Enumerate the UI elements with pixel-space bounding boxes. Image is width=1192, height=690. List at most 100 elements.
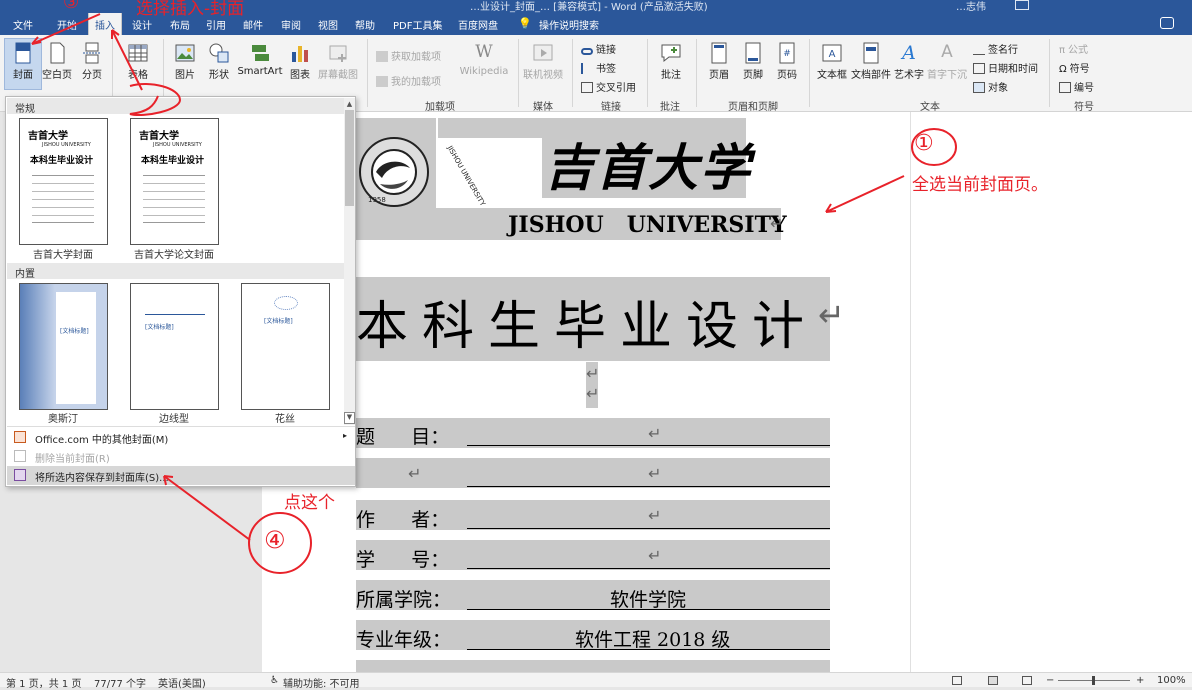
tab-insert[interactable]: 插入 (88, 13, 122, 35)
cover-page-label: 封面 (13, 70, 33, 81)
read-mode-icon[interactable] (952, 676, 962, 685)
wordart-label: 艺术字 (894, 70, 924, 81)
comments-icon[interactable] (1160, 17, 1174, 29)
svg-text:#: # (783, 49, 791, 59)
divider (7, 426, 355, 427)
cross-reference-icon (581, 82, 593, 93)
document-page[interactable]: 1958 JISHOU UNIVERSITY 吉首大学 JISHOU UNIVE… (262, 112, 910, 672)
user-name[interactable]: …志伟 (956, 0, 986, 13)
tab-view[interactable]: 视图 (318, 17, 338, 32)
scroll-thumb[interactable] (345, 110, 354, 206)
cover-page-gallery[interactable]: 常规 吉首大学 JISHOU UNIVERSITY 本科生毕业设计 吉首大学封面… (5, 96, 356, 487)
cross-reference-button[interactable]: 交叉引用 (581, 79, 636, 94)
divider (367, 39, 368, 107)
ribbon-display-icon[interactable] (1015, 0, 1029, 10)
page-number-icon: # (779, 42, 795, 64)
screenshot-button[interactable]: 屏幕截图 (316, 42, 360, 81)
symbol-button[interactable]: Ω 符号 (1059, 60, 1090, 75)
zoom-in-icon[interactable]: + (1136, 675, 1144, 686)
page-number-button[interactable]: # 页码 (773, 42, 801, 81)
wordart-button[interactable]: A 艺术字 (893, 42, 925, 81)
comment-button[interactable]: 批注 (656, 42, 686, 81)
print-layout-icon[interactable] (988, 676, 998, 685)
text-box-icon: A (822, 44, 842, 62)
tab-layout[interactable]: 布局 (170, 17, 190, 32)
form-label-college: 所属学院： (356, 589, 452, 611)
quick-parts-button[interactable]: 文档部件 (851, 42, 891, 81)
divider (809, 39, 810, 107)
header-button[interactable]: 页眉 (705, 42, 733, 81)
tab-help[interactable]: 帮助 (355, 17, 375, 32)
zoom-slider-thumb[interactable] (1092, 676, 1095, 685)
chart-button[interactable]: 图表 (287, 42, 313, 81)
equation-button[interactable]: π 公式 (1059, 41, 1088, 56)
pictures-button[interactable]: 图片 (170, 42, 200, 81)
window-title: …业设计_封面_… [兼容模式] - Word (产品激活失败) (470, 2, 708, 13)
cover-page-button[interactable]: 封面 (8, 42, 38, 81)
scroll-down-icon[interactable]: ▼ (344, 412, 355, 424)
form-label-author: 作 者： (356, 509, 450, 531)
shapes-button[interactable]: 形状 (204, 42, 234, 81)
more-covers-menu-item[interactable]: Office.com 中的其他封面(M) ▸ (7, 428, 355, 447)
tab-design[interactable]: 设计 (132, 17, 152, 32)
cover-thumbnail-jishou-thesis[interactable]: 吉首大学 JISHOU UNIVERSITY 本科生毕业设计 (130, 118, 219, 245)
get-addins-button[interactable]: 获取加载项 (376, 48, 441, 63)
bookmark-button[interactable]: 书签 (581, 60, 616, 75)
zoom-out-icon[interactable]: − (1046, 675, 1054, 686)
link-icon (581, 48, 593, 55)
footer-label: 页脚 (743, 70, 763, 81)
remove-cover-menu-item[interactable]: 删除当前封面(R) (7, 447, 355, 466)
annotation-step-1: ① (914, 131, 934, 156)
office-icon (14, 431, 26, 443)
page-count[interactable]: 第 1 页，共 1 页 (6, 675, 81, 690)
tab-baidu-netdisk[interactable]: 百度网盘 (458, 17, 498, 32)
cover-thumbnail-jishou[interactable]: 吉首大学 JISHOU UNIVERSITY 本科生毕业设计 (19, 118, 108, 245)
gallery-scrollbar[interactable]: ▲ ▼ (344, 98, 355, 425)
tell-me-search[interactable]: 操作说明搜索 (539, 17, 599, 32)
page-number-label: 页码 (777, 70, 797, 81)
signature-line-button[interactable]: 签名行 (973, 41, 1018, 56)
drop-cap-button[interactable]: A 首字下沉 (926, 42, 968, 81)
right-margin (910, 112, 1192, 672)
page-break-button[interactable]: 分页 (78, 42, 106, 81)
language[interactable]: 英语(美国) (158, 675, 206, 690)
link-label: 链接 (596, 45, 616, 56)
tab-mailings[interactable]: 邮件 (243, 17, 263, 32)
date-time-button[interactable]: 日期和时间 (973, 60, 1038, 75)
object-icon (973, 82, 985, 93)
form-underline (467, 445, 830, 446)
accessibility-status[interactable]: 辅助功能: 不可用 (283, 675, 360, 690)
number-label: 编号 (1074, 83, 1094, 94)
blank-page-button[interactable]: 空白页 (41, 42, 73, 81)
tab-pdf-tools[interactable]: PDF工具集 (393, 17, 442, 32)
footer-button[interactable]: 页脚 (739, 42, 767, 81)
quick-parts-label: 文档部件 (851, 70, 891, 81)
word-count[interactable]: 77/77 个字 (94, 675, 146, 690)
my-addins-button[interactable]: 我的加载项 (376, 73, 441, 88)
save-selection-to-gallery-menu-item[interactable]: 将所选内容保存到封面库(S)... (7, 466, 355, 485)
scroll-up-icon[interactable]: ▲ (345, 100, 354, 108)
tab-references[interactable]: 引用 (206, 17, 226, 32)
cover-thumbnail-sideline[interactable]: [文档标题] (130, 283, 219, 410)
object-button[interactable]: 对象 (973, 79, 1008, 94)
divider (518, 39, 519, 107)
online-video-button[interactable]: 联机视频 (522, 42, 564, 81)
cover-thumbnail-austin[interactable]: [文档标题] (19, 283, 108, 410)
table-button[interactable]: 表格 (122, 42, 154, 81)
cover-thumbnail-filigree[interactable]: [文档标题] (241, 283, 330, 410)
annotation-step-4-text: 点这个 (284, 493, 335, 513)
text-box-button[interactable]: A 文本框 (816, 42, 848, 81)
tab-file[interactable]: 文件 (13, 17, 33, 32)
web-layout-icon[interactable] (1022, 676, 1032, 685)
table-label: 表格 (128, 70, 148, 81)
zoom-level[interactable]: 100% (1157, 675, 1186, 686)
status-bar: 第 1 页，共 1 页 77/77 个字 英语(美国) ♿ 辅助功能: 不可用 … (0, 672, 1192, 690)
wikipedia-button[interactable]: W Wikipedia (458, 42, 510, 77)
return-mark: ↵ (770, 214, 784, 233)
link-button[interactable]: 链接 (581, 41, 616, 56)
smartart-button[interactable]: SmartArt (237, 42, 283, 77)
tab-home[interactable]: 开始 (57, 17, 77, 32)
get-addins-label: 获取加载项 (391, 52, 441, 63)
number-button[interactable]: 编号 (1059, 79, 1094, 94)
tab-review[interactable]: 审阅 (281, 17, 301, 32)
